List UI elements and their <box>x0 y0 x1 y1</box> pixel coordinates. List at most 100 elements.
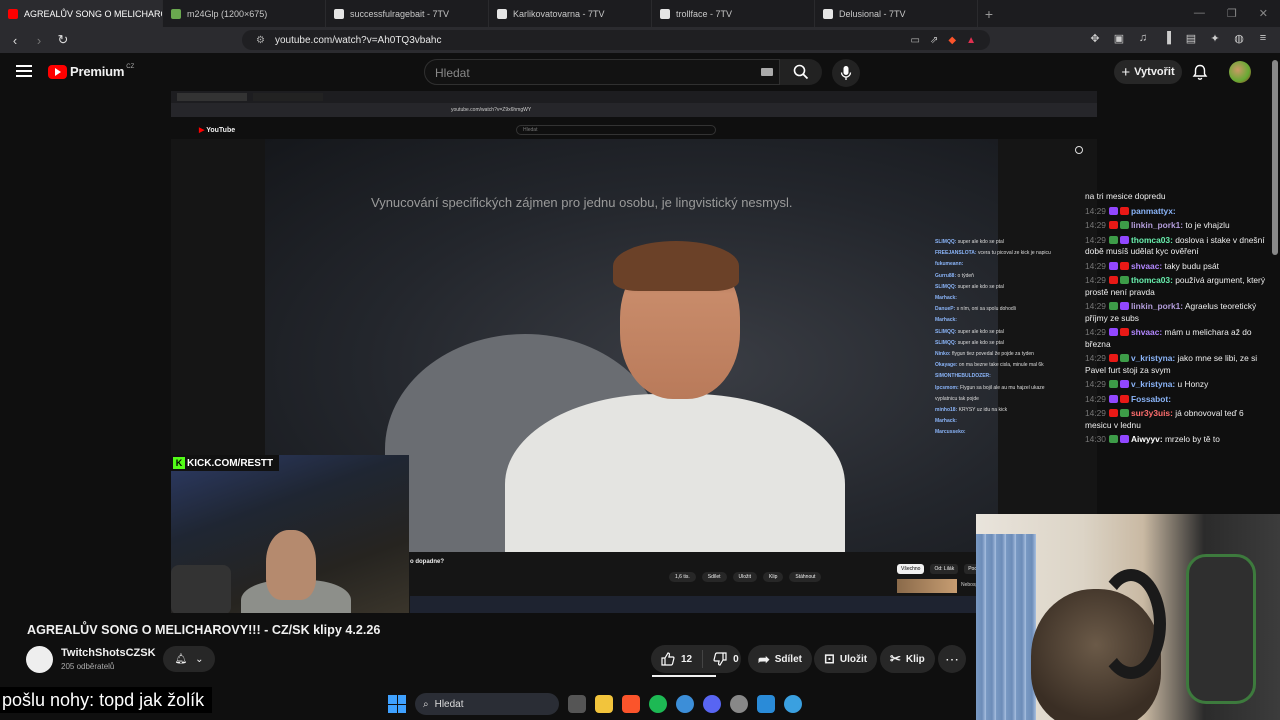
captured-chat-user: SLIMQQ: <box>935 283 957 290</box>
logo-region-text: CZ <box>126 63 135 70</box>
youtube-play-icon <box>48 64 67 79</box>
chat-badge-icon <box>1119 261 1129 270</box>
discord-icon[interactable] <box>703 695 721 713</box>
chat-username[interactable]: thomca03: <box>1131 275 1173 285</box>
sidebar-icon[interactable]: ▐ <box>1160 32 1174 45</box>
chat-badge-icon <box>1108 235 1118 244</box>
spotify-icon[interactable] <box>649 695 667 713</box>
captured-chat-user: Marcusseko: <box>935 429 966 436</box>
address-bar[interactable]: ⚙ youtube.com/watch?v=Ah0TQ3vbahc ▭ ⇗ ◆ … <box>242 30 990 50</box>
account-avatar[interactable] <box>1229 61 1251 83</box>
maximize-icon[interactable]: ❐ <box>1227 7 1237 20</box>
search-input[interactable]: Hledat <box>424 59 780 85</box>
dislike-button[interactable]: 0 <box>703 652 749 666</box>
chat-username[interactable]: panmattyx: <box>1131 206 1176 216</box>
chat-username[interactable]: Fossabot: <box>1131 394 1171 404</box>
new-tab-button[interactable]: + <box>978 6 1000 22</box>
captured-clip: Klip <box>763 572 784 582</box>
brave-icon[interactable] <box>622 695 640 713</box>
captured-chat-user: SLIMQQ: <box>935 328 957 335</box>
notifications-button[interactable] <box>1192 64 1208 86</box>
menu-icon[interactable]: ≡ <box>1256 32 1270 45</box>
chat-timestamp: 14:29 <box>1085 393 1106 404</box>
captured-chat-user: FREEJANSLOTA: <box>935 250 977 257</box>
chat-username[interactable]: shvaac: <box>1131 327 1162 337</box>
like-button[interactable]: 12 <box>651 650 704 668</box>
chat-message: 14:29 sur3y3uis: já obnovoval teď 6 mesic… <box>1085 408 1269 431</box>
chat-username[interactable]: thomca03: <box>1131 235 1173 245</box>
chat-username[interactable]: linkin_pork1: <box>1131 220 1183 230</box>
chat-username[interactable]: sur3y3uis: <box>1131 408 1173 418</box>
taskbar-search[interactable]: ⌕ Hledat <box>415 693 559 715</box>
7tv-favicon-icon <box>497 8 507 19</box>
screenshot-icon[interactable]: ▣ <box>1112 32 1126 45</box>
extensions-icon[interactable]: ✥ <box>1088 32 1102 45</box>
browser-tab[interactable]: trollface - 7TV <box>652 0 815 27</box>
clip-button[interactable]: ✂ Klip <box>880 645 935 673</box>
thumbs-up-icon <box>661 652 675 666</box>
create-button[interactable]: + Vytvořit <box>1114 60 1182 84</box>
chat-username[interactable]: v_kristyna: <box>1131 379 1175 389</box>
browser-tab[interactable]: Delusional - 7TV <box>815 0 978 27</box>
channel-avatar[interactable] <box>26 646 53 673</box>
chat-message: 14:29 Fossabot: <box>1085 394 1269 406</box>
windows-taskbar: ⌕ Hledat <box>388 690 888 718</box>
cam-chair <box>171 565 231 613</box>
vpn-icon[interactable]: ◍ <box>1232 32 1246 45</box>
brave-rewards-icon[interactable]: ▲ <box>966 35 976 46</box>
channel-name[interactable]: TwitchShotsCZSK <box>61 647 156 659</box>
app-icon[interactable] <box>784 695 802 713</box>
browser-tab[interactable]: successfulragebait - 7TV <box>326 0 489 27</box>
chat-timestamp: 14:29 <box>1085 260 1106 271</box>
hamburger-menu-icon[interactable] <box>16 65 32 77</box>
youtube-premium-logo[interactable]: Premium CZ <box>48 64 134 79</box>
ccleaner-icon[interactable] <box>676 695 694 713</box>
leo-ai-icon[interactable]: ✦ <box>1208 32 1222 45</box>
share-icon[interactable]: ⇗ <box>930 35 938 46</box>
app-icon[interactable] <box>730 695 748 713</box>
search-button[interactable] <box>780 59 822 85</box>
chat-badge-icon <box>1108 380 1118 388</box>
file-explorer-icon[interactable] <box>595 695 613 713</box>
more-actions-button[interactable]: ⋯ <box>938 645 966 673</box>
more-dots-icon: ⋯ <box>945 650 959 667</box>
browser-tab[interactable]: m24Glp (1200×675) <box>163 0 326 27</box>
chat-timestamp: 14:29 <box>1085 205 1106 216</box>
like-ratio-bar <box>652 675 716 677</box>
chat-username[interactable]: linkin_pork1: <box>1131 301 1183 311</box>
captured-chat-user: DanueP: <box>935 306 956 313</box>
close-window-icon[interactable]: ✕ <box>1259 7 1268 20</box>
share-button[interactable]: ➦ Sdílet <box>748 645 812 673</box>
page-scrollbar[interactable] <box>1272 60 1278 255</box>
info-icon <box>1075 146 1083 154</box>
captured-youtube-logo: ▶ YouTube <box>199 127 236 134</box>
captured-chat-text: super ale kdo se ptal <box>957 328 1004 335</box>
voice-search-button[interactable] <box>832 59 860 87</box>
create-label: Vytvořit <box>1134 66 1175 78</box>
keyboard-icon[interactable] <box>761 68 773 76</box>
cast-icon[interactable]: ▭ <box>911 35 920 46</box>
task-view-icon[interactable] <box>568 695 586 713</box>
chat-text: mrzelo by tě to <box>1164 434 1220 444</box>
browser-tab[interactable]: Karlikovatovarna - 7TV <box>489 0 652 27</box>
minimize-icon[interactable]: — <box>1194 7 1205 20</box>
photos-icon[interactable] <box>757 695 775 713</box>
chat-username[interactable]: v_kristyna: <box>1131 353 1175 363</box>
captured-tabbar <box>171 91 1097 103</box>
chat-text: to je vhajzlu <box>1185 220 1230 230</box>
subscription-bell-button[interactable]: 🔔︎ ⌄ <box>163 646 215 672</box>
browser-tab[interactable]: AGREALŮV SONG O MELICHAROV ✕ <box>0 0 163 27</box>
search-icon <box>793 64 809 80</box>
search-icon: ⌕ <box>423 698 429 710</box>
save-button[interactable]: ⊡ Uložit <box>814 645 878 673</box>
brave-shield-icon[interactable]: ◆ <box>948 35 956 46</box>
music-icon[interactable]: ♫ <box>1136 32 1150 45</box>
back-icon[interactable]: ‹ <box>8 33 22 48</box>
chat-username[interactable]: Aiwyyv: <box>1131 434 1163 444</box>
windows-start-icon[interactable] <box>388 695 406 713</box>
site-settings-icon[interactable]: ⚙ <box>256 35 265 46</box>
reload-icon[interactable]: ↻ <box>56 32 70 48</box>
forward-icon[interactable]: › <box>32 33 46 48</box>
chat-username[interactable]: shvaac: <box>1131 261 1162 271</box>
wallet-icon[interactable]: ▤ <box>1184 32 1198 45</box>
